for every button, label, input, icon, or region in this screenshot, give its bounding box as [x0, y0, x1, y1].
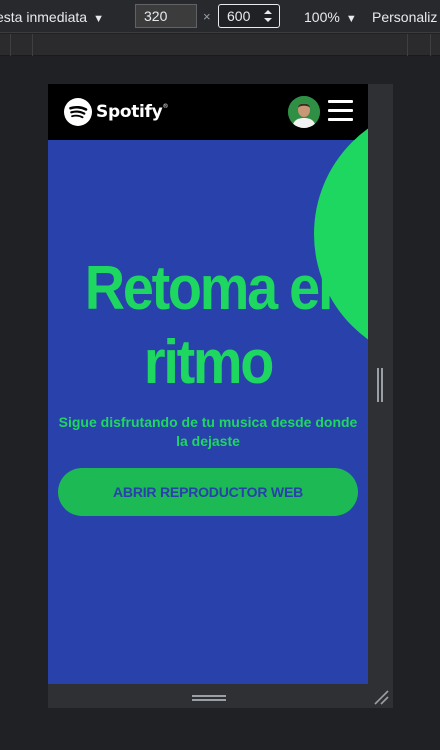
- hero-title-line-1: Retoma el: [84, 254, 334, 323]
- menu-bar: [328, 100, 353, 103]
- height-input-value: 600: [227, 8, 251, 24]
- brand-name-text: Spotify: [96, 102, 163, 122]
- device-viewport: Spotify® Retoma el ritmo Sigue disfrutan…: [48, 84, 368, 684]
- avatar[interactable]: [288, 96, 320, 128]
- chevron-down-icon: ▼: [93, 13, 104, 25]
- customize-button[interactable]: Personaliz: [372, 8, 437, 26]
- trademark-sign: ®: [162, 103, 169, 110]
- device-frame: Spotify® Retoma el ritmo Sigue disfrutan…: [48, 84, 393, 708]
- ruler-tick: [10, 34, 11, 56]
- media-query-ruler: [0, 34, 440, 56]
- resize-corner-icon[interactable]: [372, 688, 390, 706]
- chevron-down-icon: ▼: [345, 13, 357, 25]
- ruler-tick: [32, 34, 33, 56]
- device-select-label: esta inmediata: [0, 9, 88, 25]
- menu-bar: [328, 118, 353, 121]
- height-input[interactable]: 600: [218, 4, 280, 28]
- hero-title: Retoma el ritmo: [73, 252, 343, 400]
- spinner-icon[interactable]: [263, 8, 273, 24]
- ruler-tick: [430, 34, 431, 56]
- device-select[interactable]: esta inmediata ▼: [0, 8, 104, 28]
- site-header: Spotify®: [48, 84, 368, 140]
- brand-name: Spotify®: [96, 102, 168, 122]
- menu-bar: [328, 109, 353, 112]
- hero-subtitle: Sigue disfrutando de tu musica desde don…: [58, 414, 358, 449]
- resize-handle-icon[interactable]: [192, 692, 226, 704]
- resize-handle-icon[interactable]: [374, 368, 386, 402]
- width-input[interactable]: 320: [135, 4, 197, 28]
- ruler-tick: [407, 34, 408, 56]
- zoom-select[interactable]: 100% ▼: [304, 8, 357, 28]
- avatar-image: [288, 96, 320, 128]
- spotify-logo[interactable]: Spotify®: [64, 97, 168, 127]
- open-web-player-button[interactable]: ABRIR REPRODUCTOR WEB: [58, 468, 358, 516]
- dimension-separator: ×: [203, 9, 211, 24]
- device-toolbar: esta inmediata ▼ 320 × 600 100% ▼ Personal…: [0, 0, 440, 33]
- spotify-logo-icon: [64, 98, 92, 126]
- hamburger-menu-icon[interactable]: [328, 100, 353, 122]
- hero-title-line-2: ritmo: [143, 328, 274, 397]
- zoom-value: 100%: [304, 9, 340, 25]
